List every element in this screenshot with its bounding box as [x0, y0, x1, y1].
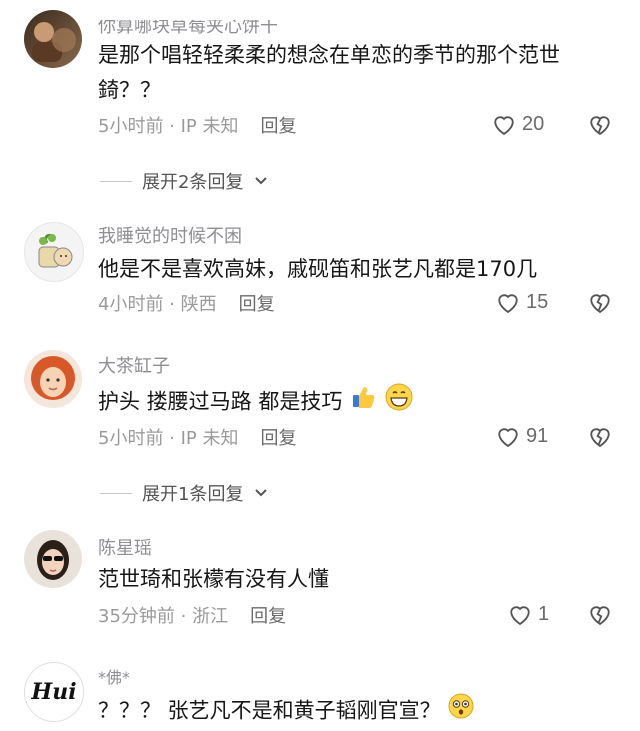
reply-button[interactable]: 回复 [239, 294, 275, 315]
like-button[interactable]: 20 [490, 110, 544, 138]
comment-meta: 35分钟前 · 浙江 回复 [98, 602, 286, 628]
like-count: 20 [522, 112, 545, 135]
avatar-image [32, 22, 76, 62]
grin-emoji [384, 382, 414, 423]
time-location: 35分钟前 · 浙江 [98, 606, 229, 627]
expand-replies[interactable]: 展开1条回复 [100, 480, 269, 506]
avatar-image [38, 233, 73, 268]
broken-heart-icon[interactable] [586, 422, 614, 450]
heart-icon [510, 606, 530, 626]
like-button[interactable]: 15 [494, 288, 548, 316]
username[interactable]: 你算哪块草莓夹心饼干 [98, 20, 278, 38]
comment-text: 护头 搂腰过马路 都是技巧 [98, 382, 618, 423]
broken-heart-icon[interactable] [586, 600, 614, 628]
username[interactable]: 陈星瑶 [98, 534, 152, 560]
divider-line [100, 492, 132, 494]
avatar[interactable] [24, 222, 84, 282]
chevron-down-icon [255, 177, 268, 185]
comment-text-content: ？？？ 张艺凡不是和黄子韬刚官宣？ [98, 698, 441, 723]
broken-heart-icon[interactable] [586, 288, 614, 316]
heart-icon [498, 294, 518, 314]
expand-replies-label: 展开1条回复 [142, 484, 244, 505]
heart-icon [494, 116, 514, 136]
comment-text: ？？？ 张艺凡不是和黄子韬刚官宣？ [98, 692, 618, 731]
comment-text-content: 护头 搂腰过马路 都是技巧 [98, 389, 343, 414]
username[interactable]: *佛* [98, 664, 130, 688]
avatar-image [37, 540, 69, 580]
comment-text: 是那个唱轻轻柔柔的想念在单恋的季节的那个范世錡？？ [98, 43, 560, 102]
reply-button[interactable]: 回复 [250, 606, 286, 627]
like-count: 15 [526, 290, 549, 313]
expand-replies-label: 展开2条回复 [142, 172, 244, 193]
like-count: 91 [526, 424, 549, 447]
flushed-emoji [447, 692, 475, 731]
like-button[interactable]: 1 [506, 600, 549, 628]
time-location: 5小时前 · IP 未知 [98, 428, 239, 449]
comment-meta: 5小时前 · IP 未知 回复 [98, 424, 297, 450]
avatar-logo-text: Hui [31, 679, 77, 705]
avatar[interactable] [24, 530, 82, 588]
time-location: 5小时前 · IP 未知 [98, 116, 239, 137]
reply-button[interactable]: 回复 [261, 116, 297, 137]
comment-text: 他是不是喜欢高妹，戚砚笛和张艺凡都是170几 [98, 257, 538, 281]
chevron-down-icon [255, 489, 268, 497]
username[interactable]: 我睡觉的时候不困 [98, 222, 242, 248]
like-count: 1 [538, 602, 550, 625]
comment-meta: 4小时前 · 陕西 回复 [98, 290, 275, 316]
like-button[interactable]: 91 [494, 422, 548, 450]
thumbs-up-emoji [349, 383, 377, 422]
comment-meta: 5小时前 · IP 未知 回复 [98, 112, 297, 138]
reply-button[interactable]: 回复 [261, 428, 297, 449]
avatar-image [31, 356, 75, 400]
avatar[interactable] [24, 10, 82, 68]
divider-line [100, 180, 132, 182]
time-location: 4小时前 · 陕西 [98, 294, 217, 315]
heart-icon [498, 428, 518, 448]
avatar[interactable]: Hui [24, 662, 84, 722]
username[interactable]: 大茶缸子 [98, 352, 170, 378]
avatar[interactable] [24, 350, 82, 408]
comment-text: 范世琦和张檬有没有人懂 [98, 567, 329, 591]
broken-heart-icon[interactable] [586, 110, 614, 138]
expand-replies[interactable]: 展开2条回复 [100, 168, 269, 194]
